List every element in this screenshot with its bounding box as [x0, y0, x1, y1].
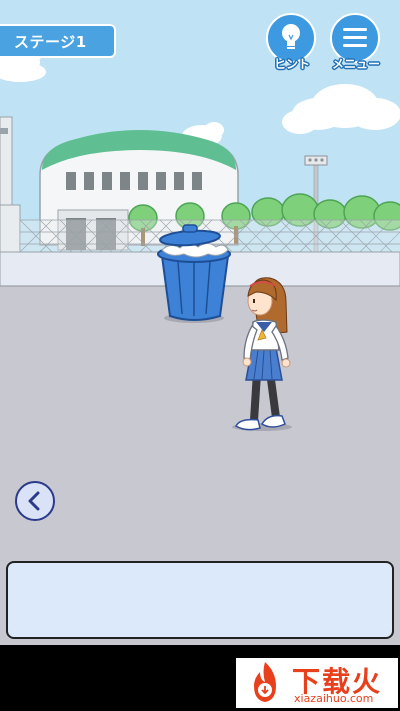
chevron-left-icon [28, 491, 40, 511]
flame-logo-icon [254, 662, 276, 702]
menu-button[interactable]: メニュー [330, 13, 382, 75]
hint-button[interactable]: ヒント [266, 13, 318, 75]
message-box [6, 561, 394, 639]
menu-label: メニュー [331, 57, 380, 71]
hint-label: ヒント [273, 57, 310, 71]
stage-label: ステージ1 [0, 24, 116, 58]
game-screen: ステージ1 ヒント メニュー 下载火 xiazaihuo.com [0, 0, 400, 711]
watermark-url: xiazaihuo.com [294, 692, 374, 705]
watermark: 下载火 xiazaihuo.com [236, 658, 398, 708]
game-scene [0, 0, 400, 645]
back-button[interactable] [15, 481, 55, 521]
